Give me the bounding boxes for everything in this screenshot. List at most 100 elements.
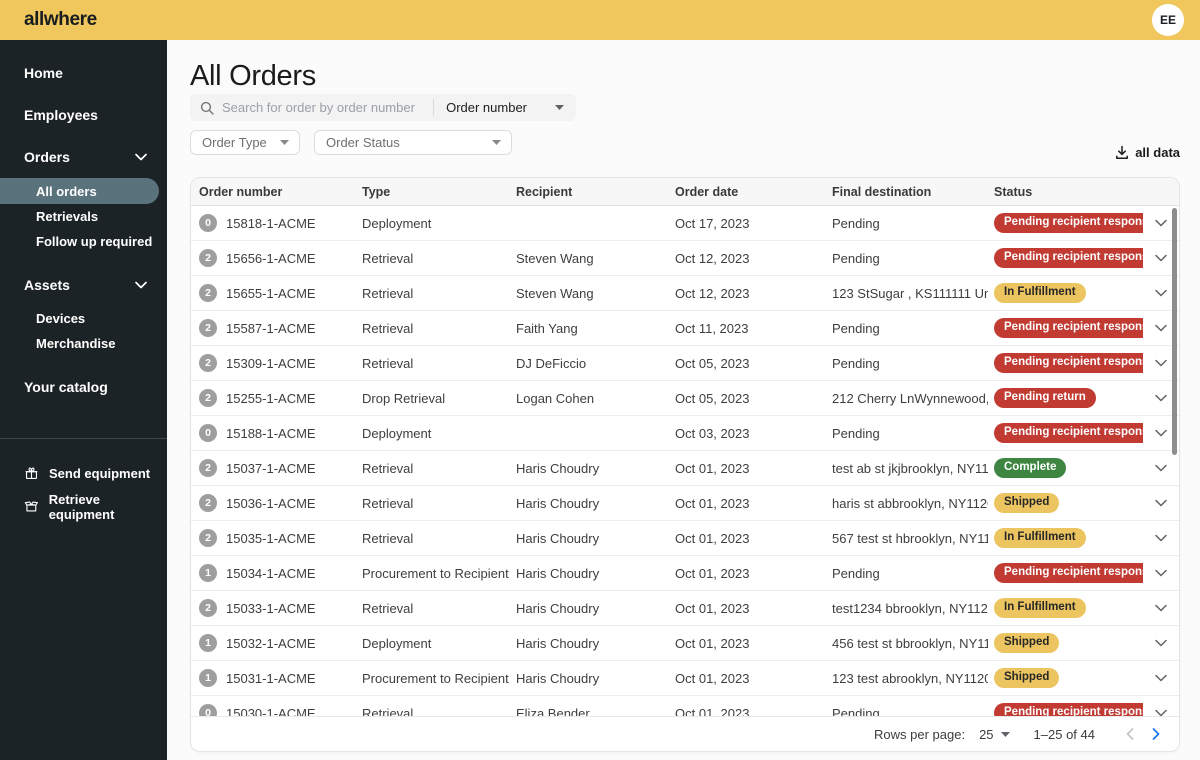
column-header-final-destination: Final destination	[832, 184, 932, 199]
table-row[interactable]: 2 15255-1-ACME Drop Retrieval Logan Cohe…	[191, 381, 1179, 416]
column-header-order-number: Order number	[199, 184, 283, 199]
send-equipment-button[interactable]: Send equipment	[0, 457, 167, 490]
order-destination: Pending	[832, 215, 880, 231]
table-row[interactable]: 2 15035-1-ACME Retrieval Haris Choudry O…	[191, 521, 1179, 556]
table-row[interactable]: 2 15033-1-ACME Retrieval Haris Choudry O…	[191, 591, 1179, 626]
expand-chevron-icon[interactable]	[1155, 464, 1167, 472]
order-date: Oct 01, 2023	[675, 530, 750, 546]
main-content: All Orders Order number Order Type Order…	[167, 40, 1200, 760]
order-status-filter[interactable]: Order Status	[314, 130, 512, 155]
order-date: Oct 01, 2023	[675, 460, 750, 476]
table-footer: Rows per page: 25 1–25 of 44	[191, 716, 1179, 751]
sidebar-item-merchandise[interactable]: Merchandise	[0, 331, 167, 356]
order-type: Retrieval	[362, 355, 414, 371]
order-number: 15655-1-ACME	[226, 285, 316, 301]
expand-chevron-icon[interactable]	[1155, 359, 1167, 367]
order-destination: 212 Cherry LnWynnewood, PA1...	[832, 390, 988, 406]
column-header-status: Status	[994, 184, 1033, 199]
order-number: 15818-1-ACME	[226, 215, 316, 231]
expand-chevron-icon[interactable]	[1155, 289, 1167, 297]
order-type-filter[interactable]: Order Type	[190, 130, 300, 155]
order-type: Retrieval	[362, 530, 414, 546]
gift-icon	[25, 467, 38, 480]
order-number: 15033-1-ACME	[226, 600, 316, 616]
order-destination: Pending	[832, 425, 880, 441]
table-row[interactable]: 2 15037-1-ACME Retrieval Haris Choudry O…	[191, 451, 1179, 486]
expand-chevron-icon[interactable]	[1155, 534, 1167, 542]
export-all-data-button[interactable]: all data	[1115, 145, 1180, 160]
sidebar-item-assets[interactable]: Assets	[0, 264, 167, 306]
status-badge: In Fulfillment	[994, 283, 1086, 303]
expand-chevron-icon[interactable]	[1155, 324, 1167, 332]
status-badge: Shipped	[994, 493, 1060, 513]
expand-chevron-icon[interactable]	[1155, 604, 1167, 612]
order-date: Oct 01, 2023	[675, 635, 750, 651]
search-field-divider	[433, 99, 435, 116]
table-row[interactable]: 2 15655-1-ACME Retrieval Steven Wang Oct…	[191, 276, 1179, 311]
table-row[interactable]: 1 15031-1-ACME Procurement to Recipient …	[191, 661, 1179, 696]
expand-chevron-icon[interactable]	[1155, 219, 1167, 227]
table-row[interactable]: 2 15036-1-ACME Retrieval Haris Choudry O…	[191, 486, 1179, 521]
order-type: Retrieval	[362, 460, 414, 476]
order-date: Oct 12, 2023	[675, 285, 750, 301]
retrieve-equipment-button[interactable]: Retrieve equipment	[0, 490, 167, 523]
status-badge: Pending recipient response	[994, 318, 1143, 338]
status-badge: Shipped	[994, 668, 1060, 688]
table-row[interactable]: 1 15034-1-ACME Procurement to Recipient …	[191, 556, 1179, 591]
order-number: 15034-1-ACME	[226, 565, 316, 581]
status-badge: Pending recipient response	[994, 213, 1143, 233]
caret-down-icon	[1000, 731, 1010, 737]
order-date: Oct 11, 2023	[675, 320, 749, 336]
order-destination: Pending	[832, 565, 880, 581]
expand-chevron-icon[interactable]	[1155, 674, 1167, 682]
table-row[interactable]: 2 15587-1-ACME Retrieval Faith Yang Oct …	[191, 311, 1179, 346]
item-count-badge: 2	[199, 284, 217, 302]
caret-down-icon	[492, 140, 501, 145]
order-type: Deployment	[362, 425, 432, 441]
item-count-badge: 2	[199, 249, 217, 267]
status-badge: Pending recipient response	[994, 563, 1143, 583]
sidebar-item-your-catalog[interactable]: Your catalog	[0, 366, 167, 408]
table-row[interactable]: 0 15030-1-ACME Retrieval Eliza Bender Oc…	[191, 696, 1179, 718]
table-row[interactable]: 0 15818-1-ACME Deployment Oct 17, 2023 P…	[191, 206, 1179, 241]
previous-page-button[interactable]	[1117, 721, 1143, 747]
sidebar-item-orders[interactable]: Orders	[0, 136, 167, 178]
item-count-badge: 1	[199, 564, 217, 582]
order-date: Oct 03, 2023	[675, 425, 750, 441]
expand-chevron-icon[interactable]	[1155, 499, 1167, 507]
item-count-badge: 2	[199, 319, 217, 337]
status-badge: In Fulfillment	[994, 528, 1086, 548]
sidebar-item-all-orders[interactable]: All orders	[0, 178, 159, 204]
table-row[interactable]: 0 15188-1-ACME Deployment Oct 03, 2023 P…	[191, 416, 1179, 451]
order-destination: test1234 bbrooklyn, NY11204 ...	[832, 600, 988, 616]
item-count-badge: 2	[199, 354, 217, 372]
filter-row: Order Type Order Status	[190, 130, 512, 155]
brand-logo: allwhere	[24, 9, 97, 30]
table-row[interactable]: 2 15656-1-ACME Retrieval Steven Wang Oct…	[191, 241, 1179, 276]
order-number: 15035-1-ACME	[226, 530, 316, 546]
table-scrollbar[interactable]	[1172, 208, 1177, 455]
top-bar: allwhere EE	[0, 0, 1200, 40]
page-title: All Orders	[190, 60, 316, 92]
rows-per-page-select[interactable]: 25	[979, 727, 1010, 742]
user-avatar[interactable]: EE	[1152, 4, 1184, 36]
search-input[interactable]	[222, 100, 434, 115]
order-number: 15036-1-ACME	[226, 495, 316, 511]
search-field-selector[interactable]: Order number	[446, 100, 576, 115]
next-page-button[interactable]	[1143, 721, 1169, 747]
sidebar-item-home[interactable]: Home	[0, 52, 167, 94]
sidebar-item-retrievals[interactable]: Retrievals	[0, 204, 167, 229]
download-icon	[1116, 145, 1129, 159]
expand-chevron-icon[interactable]	[1155, 254, 1167, 262]
expand-chevron-icon[interactable]	[1155, 569, 1167, 577]
expand-chevron-icon[interactable]	[1155, 429, 1167, 437]
sidebar-item-follow-up-required[interactable]: Follow up required	[0, 229, 167, 254]
table-row[interactable]: 2 15309-1-ACME Retrieval DJ DeFiccio Oct…	[191, 346, 1179, 381]
expand-chevron-icon[interactable]	[1155, 394, 1167, 402]
sidebar-item-employees[interactable]: Employees	[0, 94, 167, 136]
order-date: Oct 05, 2023	[675, 355, 750, 371]
sidebar-item-devices[interactable]: Devices	[0, 306, 167, 331]
column-header-type: Type	[362, 184, 391, 199]
expand-chevron-icon[interactable]	[1155, 639, 1167, 647]
table-row[interactable]: 1 15032-1-ACME Deployment Haris Choudry …	[191, 626, 1179, 661]
